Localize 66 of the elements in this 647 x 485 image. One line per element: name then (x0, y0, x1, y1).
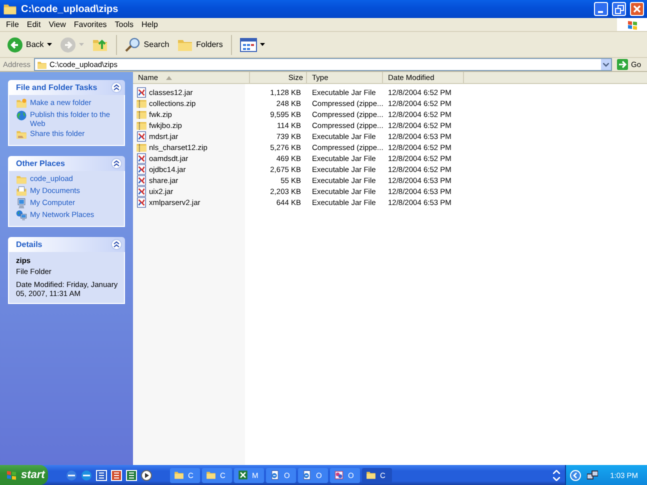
network-icon[interactable] (587, 470, 598, 480)
caret-icon (260, 43, 265, 46)
search-button[interactable]: Search (122, 34, 172, 54)
go-arrow-icon (616, 59, 628, 70)
sort-arrow-icon (166, 76, 172, 80)
folder-icon (36, 60, 47, 70)
scroll-up-icon[interactable] (553, 470, 560, 474)
search-icon (124, 36, 141, 52)
jar-file-icon (136, 164, 147, 175)
panel-title: Other Places (16, 159, 65, 168)
flag-logo-icon (6, 470, 17, 480)
menu-item[interactable]: Tools (110, 20, 138, 29)
dropdown-icon (602, 62, 609, 66)
panel-title: File and Folder Tasks (16, 83, 98, 92)
start-button[interactable]: start (0, 465, 48, 485)
jar-file-icon (136, 186, 147, 197)
spreadsheet-icon[interactable] (126, 470, 137, 480)
zip-folder-icon (136, 109, 147, 120)
collapse-icon[interactable] (111, 82, 122, 93)
jar-file-icon (136, 153, 147, 164)
collapse-icon[interactable] (111, 158, 122, 169)
minimize-button[interactable] (594, 2, 608, 16)
folder-icon (366, 470, 376, 480)
network-icon (16, 210, 27, 221)
folders-button[interactable]: Folders (174, 34, 226, 54)
folder-icon (3, 2, 17, 16)
paint-icon (334, 470, 344, 480)
restore-button[interactable] (612, 2, 626, 16)
menu-item[interactable]: Edit (22, 20, 45, 29)
computer-icon (16, 198, 27, 209)
jar-file-icon (136, 87, 147, 98)
window-title: C:\code_upload\zips (21, 4, 120, 14)
caret-icon (78, 43, 84, 46)
jar-file-icon (136, 197, 147, 208)
presentation-icon[interactable] (111, 470, 122, 480)
document-icon[interactable] (96, 470, 107, 480)
show-hidden-icons-icon[interactable] (570, 470, 581, 480)
close-button[interactable] (630, 2, 644, 16)
zip-folder-icon (136, 98, 147, 109)
zip-folder-icon (136, 120, 147, 131)
document-icon (302, 470, 312, 480)
spreadsheet-icon (238, 470, 248, 480)
jar-file-icon (136, 131, 147, 142)
collapse-icon[interactable] (111, 239, 122, 250)
menu-item[interactable]: Favorites (70, 20, 111, 29)
restore-icon (614, 4, 624, 14)
back-button[interactable]: Back (4, 34, 55, 54)
views-icon (240, 38, 257, 52)
menu-item[interactable]: Help (137, 20, 162, 29)
menu-item[interactable]: File (2, 20, 23, 29)
folder-icon (174, 470, 184, 480)
panel-title: Details (16, 240, 42, 249)
caret-icon (46, 43, 52, 46)
scroll-down-icon[interactable] (553, 476, 560, 480)
menu-item[interactable]: View (44, 20, 70, 29)
play-icon[interactable] (141, 470, 152, 480)
new-folder-icon (16, 98, 27, 109)
zip-folder-icon (136, 142, 147, 153)
shared-folder-icon (16, 129, 27, 140)
jar-file-icon (136, 175, 147, 186)
flag-logo-icon (626, 20, 638, 30)
folder-icon (206, 470, 216, 480)
folder-icon (16, 174, 27, 185)
document-icon (270, 470, 280, 480)
close-icon (633, 5, 641, 13)
documents-folder-icon (16, 186, 27, 197)
